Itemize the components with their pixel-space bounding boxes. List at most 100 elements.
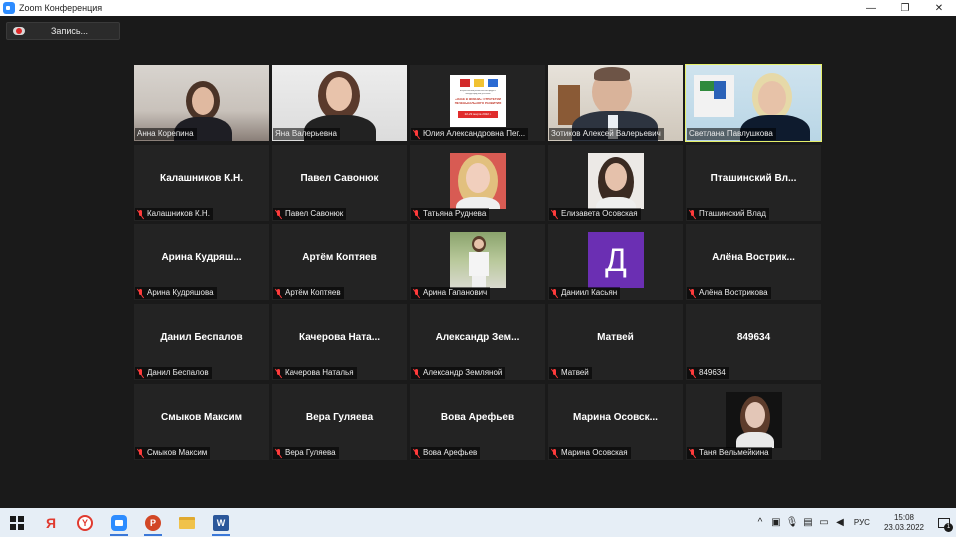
yandex-browser-icon: Y [77,514,93,531]
mic-muted-icon [275,288,282,298]
mic-muted-icon [551,288,558,298]
participant-nameplate: Данил Беспалов [135,367,212,379]
participant-nameplate: Юлия Александровна Пег... [411,128,529,140]
participant-display-name: Вова Арефьев [440,412,515,423]
participant-nameplate: Вера Гуляева [273,447,339,459]
network-icon[interactable]: ▤ [800,508,816,537]
participant-tile[interactable]: Вова Арефьев Вова Арефьев [410,384,545,460]
participant-nameplate: Качерова Наталья [273,367,357,379]
participant-display-name: Артём Коптяев [302,252,377,263]
microphone-icon[interactable]: 🎙 [784,508,800,537]
participant-tile[interactable]: Павел Савонюк Павел Савонюк [272,145,407,221]
participant-tile[interactable]: Матвей Матвей [548,304,683,380]
participant-tile[interactable]: Татьяна Руднева [410,145,545,221]
participant-nameplate: Калашников К.Н. [135,208,213,220]
participant-nameplate: Татьяна Руднева [411,208,490,220]
participant-tile[interactable]: Вера Гуляева Вера Гуляева [272,384,407,460]
record-label: Запись... [51,26,89,36]
chevron-up-icon[interactable]: ^ [752,508,768,537]
participant-tile[interactable]: Арина Кудряш... Арина Кудряшова [134,224,269,300]
participant-tile[interactable]: Артём Коптяев Артём Коптяев [272,224,407,300]
participant-nameplate: Яна Валерьевна [273,128,340,140]
mic-muted-icon [551,448,558,458]
participant-tile[interactable]: Д Даниил Касьян [548,224,683,300]
zoom-app-icon [3,2,15,14]
participant-tile[interactable]: Анна Корепина [134,65,269,141]
taskbar-file-explorer[interactable] [170,508,204,537]
participant-nameplate: Павел Савонюк [273,208,347,220]
window-titlebar: Zoom Конференция — ❐ ✕ [0,0,956,16]
clock-time: 15:08 [893,512,914,522]
mic-muted-icon [413,288,420,298]
avatar-letter: Д [605,241,627,278]
participant-photo [450,232,506,288]
participant-nameplate: Анна Корепина [135,128,197,140]
taskbar-powerpoint[interactable]: P [136,508,170,537]
windows-logo-icon [10,515,24,530]
taskbar-yandex[interactable]: Я [34,508,68,537]
participant-photo [588,153,644,209]
battery-icon[interactable]: ▭ [816,508,832,537]
notifications-icon[interactable]: 1 [932,508,956,537]
participant-tile[interactable]: Пташинский Вл... Пташинский Влад [686,145,821,221]
mic-muted-icon [689,368,696,378]
participant-tile[interactable]: Арина Гапанович [410,224,545,300]
clock-date: 23.03.2022 [883,522,924,532]
participant-display-name: Павел Савонюк [300,173,379,184]
zoom-icon [111,514,127,531]
participant-display-name: Данил Беспалов [160,332,243,343]
participant-nameplate: Смыков Максим [135,447,211,459]
record-button[interactable]: Запись... [6,22,120,40]
camera-icon[interactable]: ▣ [768,508,784,537]
restore-button[interactable]: ❐ [888,0,922,16]
participant-display-name: Пташинский Вл... [710,173,797,184]
participant-tile[interactable]: Зотиков Алексей Валерьевич [548,65,683,141]
participant-tile[interactable]: Качерова Ната... Качерова Наталья [272,304,407,380]
participant-nameplate: Пташинский Влад [687,208,769,220]
mic-muted-icon [137,448,144,458]
participant-tile[interactable]: Всероссийский региональный форум с между… [410,65,545,141]
participant-avatar: Д [588,232,644,288]
participant-nameplate: Арина Кудряшова [135,287,217,299]
participant-display-name: Матвей [597,332,634,343]
participant-tile[interactable]: Калашников К.Н. Калашников К.Н. [134,145,269,221]
close-button[interactable]: ✕ [922,0,956,16]
participant-tile[interactable]: Таня Вельмейкина [686,384,821,460]
mic-muted-icon [137,368,144,378]
participant-tile[interactable]: Яна Валерьевна [272,65,407,141]
volume-icon[interactable]: ◀ [832,508,848,537]
participant-tile[interactable]: 849634 849634 [686,304,821,380]
windows-start-button[interactable] [0,508,34,537]
taskbar-word[interactable]: W [204,508,238,537]
participant-tile-active-speaker[interactable]: Светлана Павлушкова [685,64,822,142]
word-icon: W [213,514,229,531]
participant-display-name: Вера Гуляева [305,412,374,423]
participant-tile[interactable]: Марина Осовск... Марина Осовская [548,384,683,460]
mic-muted-icon [551,368,558,378]
mic-muted-icon [275,368,282,378]
participant-photo [450,153,506,209]
system-tray: ^ ▣ 🎙 ▤ ▭ ◀ РУС 15:08 23.03.2022 1 [752,508,956,537]
clock[interactable]: 15:08 23.03.2022 [884,513,924,533]
participant-display-name: Калашников К.Н. [159,173,243,184]
yandex-icon: Я [45,514,57,531]
powerpoint-icon: P [145,514,161,531]
minimize-button[interactable]: — [854,0,888,16]
participant-nameplate: Вова Арефьев [411,447,481,459]
notifications-badge: 1 [944,523,953,532]
mic-muted-icon [551,209,558,219]
participant-nameplate: Арина Гапанович [411,287,491,299]
participant-tile[interactable]: Елизавета Осовская [548,145,683,221]
participant-nameplate: Алёна Вострикова [687,287,771,299]
participant-tile[interactable]: Алёна Вострик... Алёна Вострикова [686,224,821,300]
participant-tile[interactable]: Смыков Максим Смыков Максим [134,384,269,460]
taskbar-yandex-browser[interactable]: Y [68,508,102,537]
taskbar-zoom[interactable] [102,508,136,537]
mic-muted-icon [413,448,420,458]
participant-tile[interactable]: Александр Зем... Александр Земляной [410,304,545,380]
language-indicator[interactable]: РУС [854,518,870,527]
participant-display-name: Марина Осовск... [573,412,658,423]
mic-muted-icon [137,209,144,219]
participant-tile[interactable]: Данил Беспалов Данил Беспалов [134,304,269,380]
participant-nameplate: Артём Коптяев [273,287,344,299]
